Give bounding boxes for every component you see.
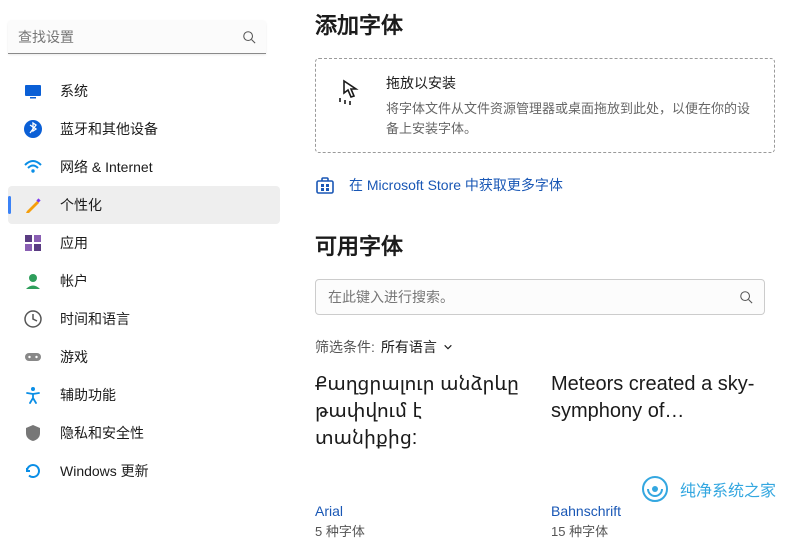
font-search-wrap <box>315 279 765 315</box>
font-preview: Meteors created a sky-symphony of… <box>551 371 759 491</box>
chevron-down-icon <box>443 342 453 352</box>
font-card-info: Bahnschrift 15 种字体 <box>551 503 759 540</box>
filter-value-text: 所有语言 <box>381 337 437 357</box>
search-icon <box>739 290 753 304</box>
nav-item-network[interactable]: 网络 & Internet <box>8 148 280 186</box>
nav-label: 应用 <box>60 233 88 253</box>
settings-search-wrap <box>8 20 266 54</box>
nav-label: 时间和语言 <box>60 309 130 329</box>
watermark-icon <box>640 474 670 504</box>
font-count: 15 种字体 <box>551 521 759 540</box>
bluetooth-icon <box>24 120 42 138</box>
font-card-info: Arial 5 种字体 <box>315 503 523 540</box>
nav-item-update[interactable]: Windows 更新 <box>8 452 280 490</box>
nav-item-gaming[interactable]: 游戏 <box>8 338 280 376</box>
time-language-icon <box>24 310 42 328</box>
nav-item-accounts[interactable]: 帐户 <box>8 262 280 300</box>
font-dropzone[interactable]: 拖放以安装 将字体文件从文件资源管理器或桌面拖放到此处，以便在你的设备上安装字体… <box>315 58 775 153</box>
main-content: 添加字体 拖放以安装 将字体文件从文件资源管理器或桌面拖放到此处，以便在你的设备… <box>315 0 775 514</box>
personalization-icon <box>24 196 42 214</box>
settings-search-input[interactable] <box>8 20 266 54</box>
nav: 系统 蓝牙和其他设备 网络 & Internet 个性化 应用 帐户 时间和语言 <box>8 72 280 490</box>
drop-subtitle: 将字体文件从文件资源管理器或桌面拖放到此处，以便在你的设备上安装字体。 <box>386 99 756 138</box>
font-name: Arial <box>315 503 523 519</box>
gaming-icon <box>24 348 42 366</box>
nav-label: 帐户 <box>60 271 88 291</box>
add-fonts-title: 添加字体 <box>315 8 775 40</box>
nav-label: 辅助功能 <box>60 385 116 405</box>
nav-label: 游戏 <box>60 347 88 367</box>
font-cards: Քաղցրալուր անձրևը թափվում է տանիքից: Ari… <box>315 371 775 540</box>
nav-item-bluetooth[interactable]: 蓝牙和其他设备 <box>8 110 280 148</box>
filter-label: 筛选条件: <box>315 337 375 357</box>
sidebar: 系统 蓝牙和其他设备 网络 & Internet 个性化 应用 帐户 时间和语言 <box>0 0 280 514</box>
store-link-text: 在 Microsoft Store 中获取更多字体 <box>349 175 563 195</box>
nav-item-privacy[interactable]: 隐私和安全性 <box>8 414 280 452</box>
update-icon <box>24 462 42 480</box>
nav-item-accessibility[interactable]: 辅助功能 <box>8 376 280 414</box>
font-card-arial[interactable]: Քաղցրալուր անձրևը թափվում է տանիքից: Ari… <box>315 371 523 540</box>
search-icon <box>242 30 256 44</box>
store-icon <box>315 175 335 195</box>
network-icon <box>24 158 42 176</box>
filter-row: 筛选条件: 所有语言 <box>315 337 775 357</box>
nav-label: 蓝牙和其他设备 <box>60 119 158 139</box>
apps-icon <box>24 234 42 252</box>
drop-text: 拖放以安装 将字体文件从文件资源管理器或桌面拖放到此处，以便在你的设备上安装字体… <box>386 73 756 138</box>
nav-item-system[interactable]: 系统 <box>8 72 280 110</box>
font-preview: Քաղցրալուր անձրևը թափվում է տանիքից: <box>315 371 523 491</box>
watermark: 纯净系统之家 <box>640 474 776 504</box>
font-card-bahnschrift[interactable]: Meteors created a sky-symphony of… Bahns… <box>551 371 759 540</box>
filter-dropdown[interactable]: 所有语言 <box>381 337 453 357</box>
nav-item-apps[interactable]: 应用 <box>8 224 280 262</box>
nav-label: 个性化 <box>60 195 102 215</box>
accounts-icon <box>24 272 42 290</box>
nav-item-personalization[interactable]: 个性化 <box>8 186 280 224</box>
system-icon <box>24 82 42 100</box>
ms-store-link[interactable]: 在 Microsoft Store 中获取更多字体 <box>315 171 775 199</box>
nav-label: Windows 更新 <box>60 461 149 481</box>
privacy-icon <box>24 424 42 442</box>
nav-label: 隐私和安全性 <box>60 423 144 443</box>
font-search-input[interactable] <box>315 279 765 315</box>
available-fonts-title: 可用字体 <box>315 229 775 261</box>
nav-label: 系统 <box>60 81 88 101</box>
nav-item-time-language[interactable]: 时间和语言 <box>8 300 280 338</box>
accessibility-icon <box>24 386 42 404</box>
drop-title: 拖放以安装 <box>386 73 756 93</box>
drag-drop-icon <box>334 75 366 107</box>
font-name: Bahnschrift <box>551 503 759 519</box>
nav-label: 网络 & Internet <box>60 157 153 177</box>
font-count: 5 种字体 <box>315 521 523 540</box>
watermark-text: 纯净系统之家 <box>680 477 776 501</box>
